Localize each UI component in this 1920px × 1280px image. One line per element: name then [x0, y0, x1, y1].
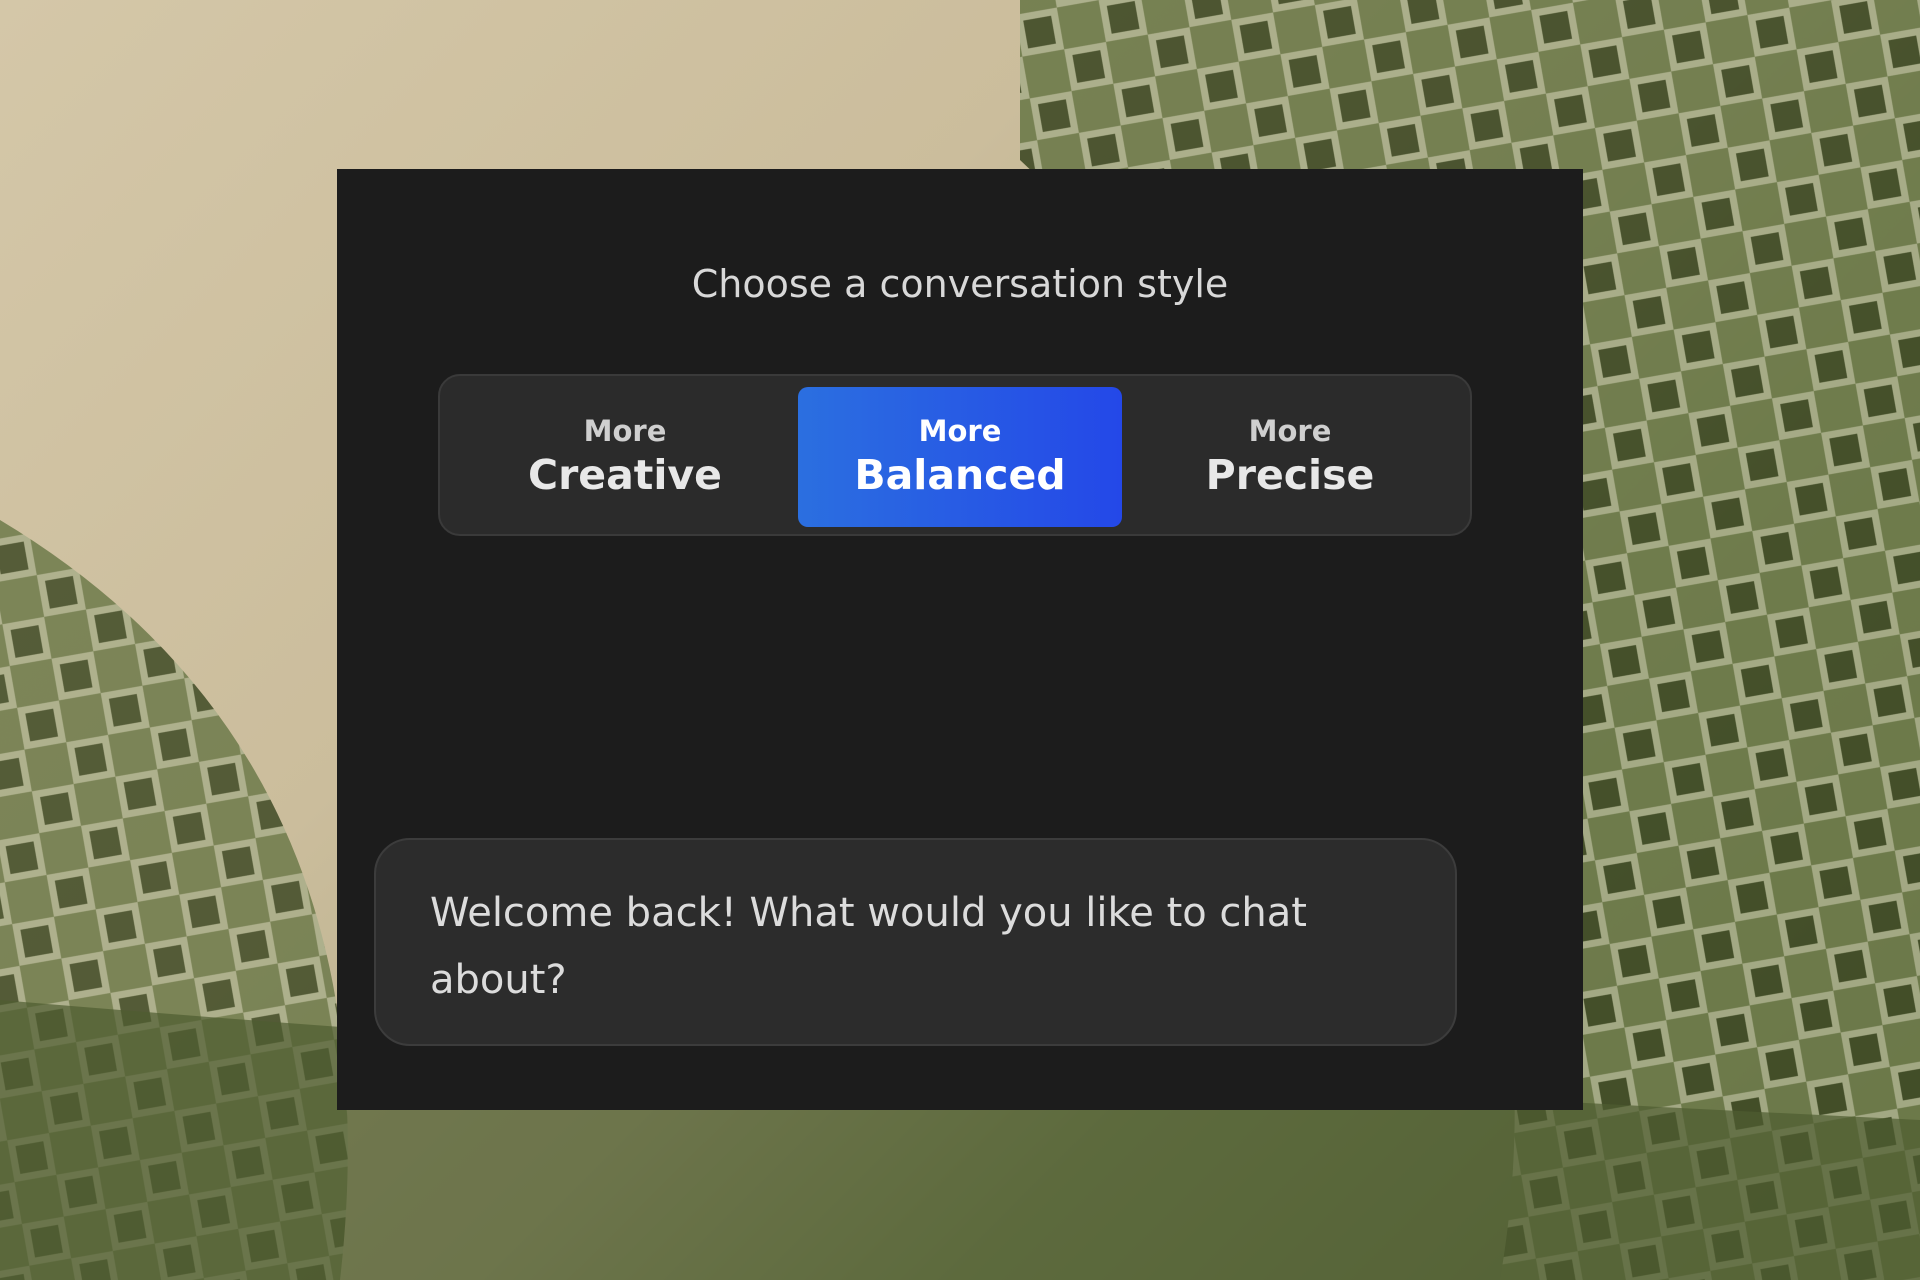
style-option-prefix: More — [918, 414, 1002, 448]
style-option-prefix: More — [1248, 414, 1332, 448]
style-option-label: Precise — [1205, 451, 1375, 499]
style-option-precise[interactable]: More Precise — [1145, 387, 1435, 527]
conversation-style-selector: More Creative More Balanced More Precise — [438, 374, 1472, 536]
style-option-label: Creative — [528, 451, 722, 499]
welcome-message-text: Welcome back! What would you like to cha… — [430, 890, 1307, 1003]
style-option-prefix: More — [583, 414, 667, 448]
chat-panel: Choose a conversation style More Creativ… — [337, 169, 1583, 1110]
conversation-style-heading: Choose a conversation style — [691, 262, 1229, 306]
welcome-message-bubble: Welcome back! What would you like to cha… — [374, 838, 1457, 1046]
style-option-balanced[interactable]: More Balanced — [798, 387, 1122, 527]
style-option-creative[interactable]: More Creative — [480, 387, 770, 527]
style-option-label: Balanced — [854, 451, 1066, 499]
